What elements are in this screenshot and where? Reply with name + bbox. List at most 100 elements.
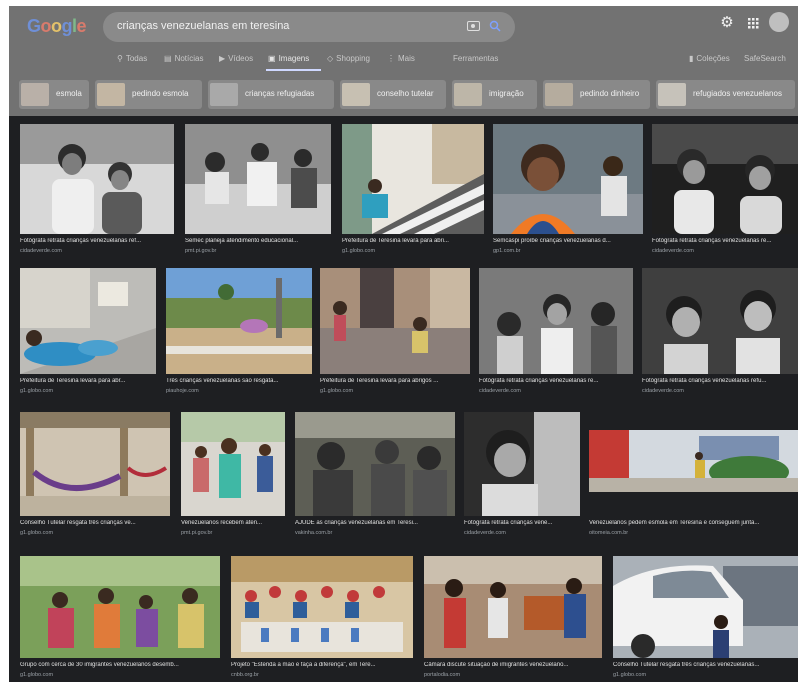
tab-mais[interactable]: ⋮ Mais — [387, 54, 415, 63]
result-caption[interactable]: Semec planeja atendimento educacional... — [185, 238, 331, 244]
result-source: g1.globo.com — [613, 672, 647, 678]
result-source: cidadeverde.com — [642, 388, 684, 394]
result-source: g1.globo.com — [20, 388, 54, 394]
result-thumbnail[interactable] — [20, 268, 156, 374]
result-caption[interactable]: Prefeitura de Teresina levará para abr..… — [20, 378, 156, 384]
result-thumbnail[interactable] — [181, 412, 285, 516]
image-result[interactable]: Fotógrafa retrata crianças venezuelanas … — [642, 268, 798, 402]
result-thumbnail[interactable] — [20, 124, 174, 234]
collections-label: Coleções — [696, 54, 730, 63]
image-result[interactable]: Semec planeja atendimento educacional...… — [185, 124, 331, 258]
result-source: cidadeverde.com — [479, 388, 521, 394]
video-icon: ▶ — [219, 54, 226, 63]
result-source: vakinha.com.br — [295, 530, 333, 536]
camera-icon[interactable] — [467, 21, 480, 31]
result-caption[interactable]: Semcaspi proíbe crianças venezuelanas d.… — [493, 238, 643, 244]
chip-thumbnail — [210, 83, 238, 106]
result-source: cidadeverde.com — [464, 530, 506, 536]
image-result[interactable]: Três crianças venezuelanas são resgata..… — [166, 268, 312, 402]
result-caption[interactable]: Fotógrafa retrata crianças vene... — [464, 520, 580, 526]
chip-esmola[interactable]: esmola — [19, 80, 89, 109]
result-thumbnail[interactable] — [320, 268, 470, 374]
apps-grid-icon[interactable] — [745, 15, 761, 31]
result-thumbnail[interactable] — [613, 556, 798, 658]
image-result[interactable]: Prefeitura de Teresina levará para abrig… — [320, 268, 470, 402]
image-result[interactable]: Prefeitura de Teresina levará para abr..… — [20, 268, 156, 402]
tab-noticias[interactable]: ▤ Notícias — [164, 54, 203, 63]
safesearch-link[interactable]: SafeSearch — [744, 54, 786, 63]
result-caption[interactable]: Conselho Tutelar resgata três crianças v… — [20, 520, 170, 526]
result-caption[interactable]: Fotógrafa retrata crianças venezuelanas … — [20, 238, 174, 244]
tab-label: Todas — [125, 54, 148, 63]
result-source: pmt.pi.gov.br — [185, 248, 217, 254]
image-result[interactable]: Fotógrafa retrata crianças venezuelanas … — [479, 268, 633, 402]
result-caption[interactable]: Fotógrafa retrata crianças venezuelanas … — [642, 378, 798, 384]
image-result[interactable]: Prefeitura de Teresina levará para abri.… — [342, 124, 484, 258]
chip-conselho-tutelar[interactable]: conselho tutelar — [340, 80, 446, 109]
chip-criancas-refugiadas[interactable]: crianças refugiadas — [208, 80, 334, 109]
image-result[interactable]: Fotógrafa retrata crianças vene... cidad… — [464, 412, 580, 546]
chip-thumbnail — [454, 83, 482, 106]
result-caption[interactable]: Três crianças venezuelanas são resgata..… — [166, 378, 312, 384]
result-caption[interactable]: AJUDE as crianças venezuelanas em Teresi… — [295, 520, 455, 526]
chip-thumbnail — [342, 83, 370, 106]
collections-link[interactable]: ▮ Coleções — [689, 54, 730, 63]
search-icon: ⚲ — [117, 54, 123, 63]
tab-imagens[interactable]: ▣ Imagens — [268, 54, 309, 63]
google-logo[interactable]: Google — [27, 16, 87, 37]
chip-thumbnail — [658, 83, 686, 106]
result-thumbnail[interactable] — [342, 124, 484, 234]
chip-pedindo-esmola[interactable]: pedindo esmola — [95, 80, 202, 109]
result-thumbnail[interactable] — [652, 124, 798, 234]
result-caption[interactable]: Projeto "Estenda a mão e faça a diferenç… — [231, 662, 413, 668]
tab-label: Vídeos — [228, 54, 254, 63]
result-caption[interactable]: Venezuelanos pedem esmola em Teresina e … — [589, 520, 798, 526]
result-caption[interactable]: Prefeitura de Teresina levará para abri.… — [342, 238, 484, 244]
result-caption[interactable]: Conselho Tutelar resgata três crianças v… — [613, 662, 798, 668]
image-result[interactable]: Venezuelanos pedem esmola em Teresina e … — [589, 412, 798, 546]
result-caption[interactable]: Fotógrafa retrata crianças venezuelanas … — [652, 238, 798, 244]
image-result[interactable]: Câmara discute situação de imigrantes ve… — [424, 556, 602, 682]
image-result[interactable]: Conselho Tutelar resgata três crianças v… — [613, 556, 798, 682]
image-result[interactable]: Fotógrafa retrata crianças venezuelanas … — [652, 124, 798, 258]
result-thumbnail[interactable] — [166, 268, 312, 374]
tab-todas[interactable]: ⚲ Todas — [117, 54, 147, 63]
search-icon[interactable] — [489, 20, 501, 32]
chip-imigracao[interactable]: imigração — [452, 80, 537, 109]
tab-ferramentas[interactable]: Ferramentas — [453, 54, 498, 63]
result-caption[interactable]: Fotógrafa retrata crianças venezuelanas … — [479, 378, 633, 384]
chip-refugiados-venezuelanos[interactable]: refugiados venezuelanos — [656, 80, 795, 109]
result-caption[interactable]: Câmara discute situação de imigrantes ve… — [424, 662, 602, 668]
result-source: g1.globo.com — [20, 672, 54, 678]
chip-thumbnail — [97, 83, 125, 106]
result-thumbnail[interactable] — [295, 412, 455, 516]
result-thumbnail[interactable] — [589, 412, 798, 516]
result-thumbnail[interactable] — [493, 124, 643, 234]
image-result[interactable]: Projeto "Estenda a mão e faça a diferenç… — [231, 556, 413, 682]
image-result[interactable]: Conselho Tutelar resgata três crianças v… — [20, 412, 170, 546]
result-caption[interactable]: Venezuelanos recebem aten... — [181, 520, 285, 526]
image-result[interactable]: Fotógrafa retrata crianças venezuelanas … — [20, 124, 174, 258]
image-result[interactable]: AJUDE as crianças venezuelanas em Teresi… — [295, 412, 455, 546]
result-thumbnail[interactable] — [464, 412, 580, 516]
tab-shopping[interactable]: ◇ Shopping — [327, 54, 370, 63]
search-input[interactable]: crianças venezuelanas em teresina — [103, 12, 515, 42]
chip-pedindo-dinheiro[interactable]: pedindo dinheiro — [543, 80, 650, 109]
result-thumbnail[interactable] — [231, 556, 413, 658]
image-result[interactable]: Venezuelanos recebem aten... pmt.pi.gov.… — [181, 412, 285, 546]
image-result[interactable]: Semcaspi proíbe crianças venezuelanas d.… — [493, 124, 643, 258]
tab-videos[interactable]: ▶ Vídeos — [219, 54, 253, 63]
result-caption[interactable]: Prefeitura de Teresina levará para abrig… — [320, 378, 470, 384]
result-caption[interactable]: Grupo com cerca de 30 imigrantes venezue… — [20, 662, 220, 668]
account-avatar[interactable] — [769, 12, 789, 32]
result-thumbnail[interactable] — [20, 412, 170, 516]
result-thumbnail[interactable] — [185, 124, 331, 234]
result-thumbnail[interactable] — [20, 556, 220, 658]
chip-label: conselho tutelar — [377, 89, 434, 98]
image-result[interactable]: Grupo com cerca de 30 imigrantes venezue… — [20, 556, 220, 682]
gear-icon[interactable]: ⚙ — [719, 15, 735, 31]
result-thumbnail[interactable] — [479, 268, 633, 374]
image-icon: ▣ — [268, 54, 276, 63]
result-thumbnail[interactable] — [424, 556, 602, 658]
result-thumbnail[interactable] — [642, 268, 798, 374]
